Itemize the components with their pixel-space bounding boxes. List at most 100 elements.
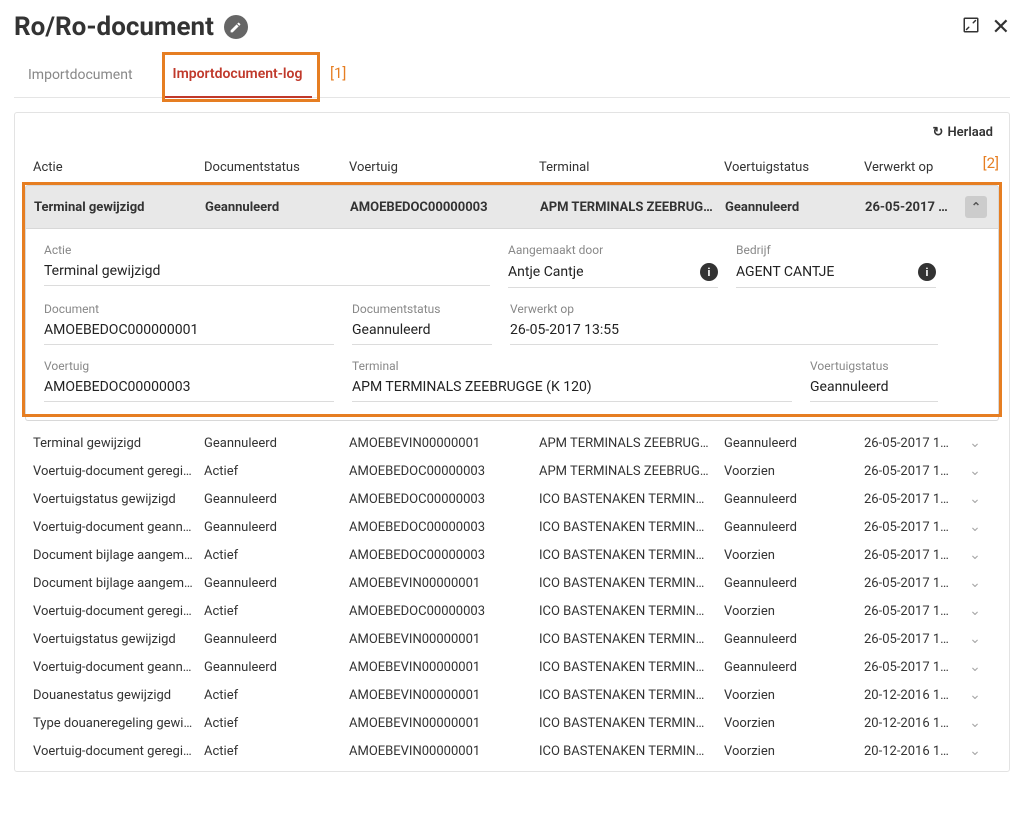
col-header-actie[interactable]: Actie bbox=[29, 160, 204, 175]
annotation-label-1: [1] bbox=[330, 64, 346, 82]
cell-vstatus: Geannuleerd bbox=[724, 436, 864, 451]
cell-voertuig: AMOEBEVIN00000001 bbox=[349, 632, 539, 647]
expand-row-button[interactable]: ⌄ bbox=[964, 575, 986, 591]
table-row[interactable]: Document bijlage aangem…ActiefAMOEBEDOC0… bbox=[25, 541, 999, 569]
detail-label-terminal: Terminal bbox=[352, 359, 792, 373]
cell-actie: Voertuig-document geregi… bbox=[29, 464, 204, 479]
cell-verwerkt: 26-05-2017 1… bbox=[864, 436, 964, 451]
expand-row-button[interactable]: ⌄ bbox=[964, 463, 986, 479]
col-header-voertuigstatus[interactable]: Voertuigstatus bbox=[724, 160, 864, 175]
expanded-cell-verwerkt: 26-05-2017 … bbox=[865, 200, 965, 215]
table-row[interactable]: Voertuig-document geregi…ActiefAMOEBEDOC… bbox=[25, 597, 999, 625]
chevron-down-icon: ⌄ bbox=[969, 463, 981, 479]
tab-importdocument[interactable]: Importdocument bbox=[18, 53, 143, 97]
cell-terminal: ICO BASTENAKEN TERMIN… bbox=[539, 548, 724, 563]
cell-terminal: ICO BASTENAKEN TERMIN… bbox=[539, 744, 724, 759]
tab-bar: Importdocument Importdocument-log [1] bbox=[14, 52, 1010, 98]
cell-vstatus: Geannuleerd bbox=[724, 520, 864, 535]
table-body: Terminal gewijzigdGeannuleerdAMOEBEVIN00… bbox=[25, 429, 999, 765]
cell-status: Actief bbox=[204, 464, 349, 479]
table-row[interactable]: Type douaneregeling gewi…ActiefAMOEBEVIN… bbox=[25, 709, 999, 737]
reload-button[interactable]: ↻ Herlaad bbox=[933, 125, 993, 140]
chevron-down-icon: ⌄ bbox=[969, 603, 981, 619]
expanded-row-header[interactable]: Terminal gewijzigd Geannuleerd AMOEBEDOC… bbox=[25, 185, 999, 229]
expand-row-button[interactable]: ⌄ bbox=[964, 547, 986, 563]
expand-row-button[interactable]: ⌄ bbox=[964, 603, 986, 619]
table-row[interactable]: Terminal gewijzigdGeannuleerdAMOEBEVIN00… bbox=[25, 429, 999, 457]
table-row[interactable]: Voertuigstatus gewijzigdGeannuleerdAMOEB… bbox=[25, 625, 999, 653]
cell-status: Geannuleerd bbox=[204, 576, 349, 591]
cell-voertuig: AMOEBEDOC00000003 bbox=[349, 464, 539, 479]
close-icon[interactable]: ✕ bbox=[992, 15, 1010, 40]
cell-vstatus: Voorzien bbox=[724, 716, 864, 731]
cell-verwerkt: 20-12-2016 1… bbox=[864, 688, 964, 703]
edit-icon[interactable] bbox=[224, 15, 248, 39]
detail-label-document: Document bbox=[44, 302, 334, 316]
table-row[interactable]: Voertuig-document geregi…ActiefAMOEBEVIN… bbox=[25, 737, 999, 765]
expand-row-button[interactable]: ⌄ bbox=[964, 491, 986, 507]
cell-verwerkt: 26-05-2017 1… bbox=[864, 464, 964, 479]
detail-value-verwerkt: 26-05-2017 13:55 bbox=[510, 322, 619, 338]
tab-importdocument-log[interactable]: Importdocument-log bbox=[163, 52, 313, 98]
chevron-down-icon: ⌄ bbox=[969, 687, 981, 703]
detail-label-bedrijf: Bedrijf bbox=[736, 243, 936, 257]
page-title: Ro/Ro-document bbox=[14, 12, 214, 42]
cell-voertuig: AMOEBEVIN00000001 bbox=[349, 716, 539, 731]
table-row[interactable]: Voertuig-document geann…GeannuleerdAMOEB… bbox=[25, 513, 999, 541]
reload-icon: ↻ bbox=[933, 125, 944, 140]
collapse-row-button[interactable]: ⌃ bbox=[965, 196, 987, 218]
fullscreen-icon[interactable] bbox=[962, 16, 980, 39]
table-row[interactable]: Douanestatus gewijzigdActiefAMOEBEVIN000… bbox=[25, 681, 999, 709]
cell-voertuig: AMOEBEVIN00000001 bbox=[349, 688, 539, 703]
cell-status: Actief bbox=[204, 548, 349, 563]
detail-value-voertuig: AMOEBEDOC00000003 bbox=[44, 379, 191, 395]
expand-row-button[interactable]: ⌄ bbox=[964, 687, 986, 703]
cell-terminal: ICO BASTENAKEN TERMIN… bbox=[539, 576, 724, 591]
cell-verwerkt: 26-05-2017 1… bbox=[864, 548, 964, 563]
cell-vstatus: Voorzien bbox=[724, 548, 864, 563]
table-row[interactable]: Document bijlage aangem…GeannuleerdAMOEB… bbox=[25, 569, 999, 597]
info-icon[interactable]: i bbox=[918, 263, 936, 281]
cell-voertuig: AMOEBEVIN00000001 bbox=[349, 576, 539, 591]
cell-terminal: ICO BASTENAKEN TERMIN… bbox=[539, 492, 724, 507]
cell-actie: Voertuig-document geann… bbox=[29, 660, 204, 675]
cell-vstatus: Voorzien bbox=[724, 744, 864, 759]
cell-status: Geannuleerd bbox=[204, 632, 349, 647]
cell-terminal: ICO BASTENAKEN TERMIN… bbox=[539, 688, 724, 703]
cell-terminal: APM TERMINALS ZEEBRUG… bbox=[539, 464, 724, 479]
table-row[interactable]: Voertuig-document geregi…ActiefAMOEBEDOC… bbox=[25, 457, 999, 485]
chevron-down-icon: ⌄ bbox=[969, 519, 981, 535]
expand-row-button[interactable]: ⌄ bbox=[964, 715, 986, 731]
detail-label-vstatus: Voertuigstatus bbox=[810, 359, 938, 373]
col-header-terminal[interactable]: Terminal bbox=[539, 160, 724, 175]
expand-row-button[interactable]: ⌄ bbox=[964, 631, 986, 647]
col-header-voertuig[interactable]: Voertuig bbox=[349, 160, 539, 175]
chevron-down-icon: ⌄ bbox=[969, 435, 981, 451]
expand-row-button[interactable]: ⌄ bbox=[964, 519, 986, 535]
expanded-cell-terminal: APM TERMINALS ZEEBRUG… bbox=[540, 200, 725, 215]
col-header-documentstatus[interactable]: Documentstatus bbox=[204, 160, 349, 175]
info-icon[interactable]: i bbox=[700, 263, 718, 281]
detail-value-bedrijf: AGENT CANTJE bbox=[736, 264, 834, 280]
chevron-down-icon: ⌄ bbox=[969, 631, 981, 647]
expand-row-button[interactable]: ⌄ bbox=[964, 659, 986, 675]
table-row[interactable]: Voertuig-document geann…GeannuleerdAMOEB… bbox=[25, 653, 999, 681]
col-header-verwerkt-op[interactable]: Verwerkt op bbox=[864, 160, 964, 175]
detail-label-docstatus: Documentstatus bbox=[352, 302, 492, 316]
table-header: Actie Documentstatus Voertuig Terminal V… bbox=[25, 160, 999, 185]
cell-vstatus: Geannuleerd bbox=[724, 632, 864, 647]
cell-vstatus: Voorzien bbox=[724, 604, 864, 619]
chevron-down-icon: ⌄ bbox=[969, 715, 981, 731]
expand-row-button[interactable]: ⌄ bbox=[964, 435, 986, 451]
cell-terminal: ICO BASTENAKEN TERMIN… bbox=[539, 660, 724, 675]
cell-vstatus: Geannuleerd bbox=[724, 492, 864, 507]
expand-row-button[interactable]: ⌄ bbox=[964, 743, 986, 759]
cell-actie: Terminal gewijzigd bbox=[29, 436, 204, 451]
cell-verwerkt: 26-05-2017 1… bbox=[864, 660, 964, 675]
cell-actie: Voertuigstatus gewijzigd bbox=[29, 492, 204, 507]
cell-verwerkt: 26-05-2017 1… bbox=[864, 632, 964, 647]
table-row[interactable]: Voertuigstatus gewijzigdGeannuleerdAMOEB… bbox=[25, 485, 999, 513]
cell-status: Geannuleerd bbox=[204, 520, 349, 535]
expanded-cell-voertuig: AMOEBEDOC00000003 bbox=[350, 200, 540, 215]
cell-vstatus: Voorzien bbox=[724, 464, 864, 479]
